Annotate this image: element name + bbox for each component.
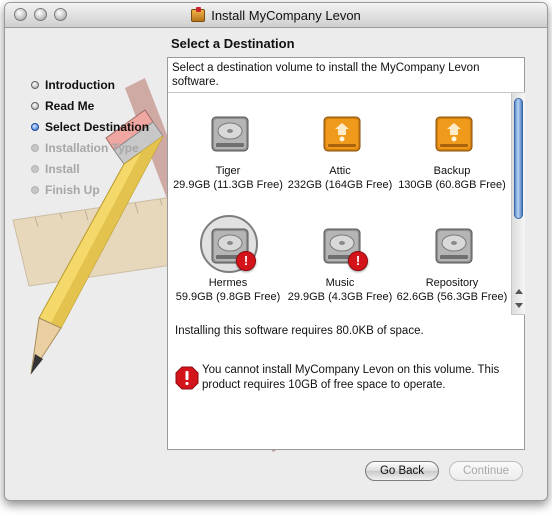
volume-size: 130GB (60.8GB Free)	[398, 179, 506, 191]
step-bullet	[31, 185, 39, 194]
step-introduction: Introduction	[31, 74, 149, 95]
go-back-button[interactable]: Go Back	[365, 461, 439, 481]
info-area: Installing this software requires 80.0KB…	[168, 316, 524, 449]
destination-panel: Select a destination volume to install t…	[167, 57, 525, 450]
installer-window: Install MyCompany Levon Introduction Rea…	[4, 2, 548, 501]
window-title: Install MyCompany Levon	[211, 7, 361, 23]
scrollbar-thumb[interactable]	[514, 98, 523, 219]
volume-size: 59.9GB (9.8GB Free)	[175, 291, 281, 303]
volume-name: Repository	[425, 277, 479, 289]
step-bullet	[31, 143, 39, 152]
instructions-text: Select a destination volume to install t…	[172, 62, 480, 88]
volume-name: Hermes	[208, 277, 248, 289]
volume-scrollbar[interactable]	[511, 92, 525, 315]
installer-steps: Introduction Read Me Select Destination …	[31, 74, 149, 200]
volume-name: Tiger	[215, 165, 241, 177]
volume-icon-box	[202, 105, 258, 161]
scroll-down-arrow-icon[interactable]	[515, 303, 523, 308]
step-label: Finish Up	[45, 182, 100, 197]
step-select-destination: Select Destination	[31, 116, 149, 137]
volume-attic[interactable]: Attic 232GB (164GB Free)	[284, 105, 396, 209]
stop-warning-icon: !	[348, 251, 368, 271]
volume-name: Backup	[433, 165, 471, 177]
title-group: Install MyCompany Levon	[5, 3, 547, 27]
volume-backup[interactable]: Backup 130GB (60.8GB Free)	[396, 105, 508, 209]
space-required-text: Installing this software requires 80.0KB…	[175, 325, 424, 337]
volume-size: 62.6GB (56.3GB Free)	[396, 291, 508, 303]
step-bullet	[31, 164, 39, 173]
volume-icon-box: !	[200, 215, 258, 273]
hard-drive-icon	[211, 116, 249, 152]
step-install: Install	[31, 158, 149, 179]
step-label: Read Me	[45, 98, 95, 113]
volume-name: Music	[325, 277, 355, 289]
volume-size: 29.9GB (11.3GB Free)	[173, 179, 283, 191]
step-read-me: Read Me	[31, 95, 149, 116]
hard-drive-icon	[435, 228, 473, 264]
step-bullet	[31, 101, 39, 110]
volume-tiger[interactable]: Tiger 29.9GB (11.3GB Free)	[172, 105, 284, 209]
volume-size: 232GB (164GB Free)	[287, 179, 393, 191]
stop-warning-icon: !	[236, 251, 256, 271]
scroll-up-arrow-icon[interactable]	[515, 289, 523, 294]
volume-icon-box	[426, 105, 482, 161]
step-bullet	[31, 122, 39, 131]
step-label: Install	[45, 161, 80, 176]
stop-warning-icon	[175, 366, 199, 390]
continue-button[interactable]: Continue	[449, 461, 523, 481]
package-icon	[191, 6, 206, 22]
step-installation-type: Installation Type	[31, 137, 149, 158]
title-bar[interactable]: Install MyCompany Levon	[5, 3, 547, 28]
firewire-drive-icon	[435, 116, 473, 152]
volume-name: Attic	[329, 165, 351, 177]
step-label: Installation Type	[45, 140, 139, 155]
firewire-drive-icon	[323, 116, 361, 152]
step-label: Select Destination	[45, 119, 150, 134]
page-title: Select a Destination	[171, 36, 295, 51]
warning-message: You cannot install MyCompany Levon on th…	[202, 364, 500, 391]
step-label: Introduction	[45, 77, 115, 92]
volume-size: 29.9GB (4.3GB Free)	[287, 291, 393, 303]
volume-grid: Tiger 29.9GB (11.3GB Free) Attic 232GB (…	[168, 92, 511, 317]
step-bullet	[31, 80, 39, 89]
volume-hermes[interactable]: ! Hermes 59.9GB (9.8GB Free)	[172, 215, 284, 321]
volume-music[interactable]: ! Music 29.9GB (4.3GB Free)	[284, 217, 396, 321]
volume-repository[interactable]: Repository 62.6GB (56.3GB Free)	[396, 217, 508, 321]
volume-icon-box: !	[314, 217, 370, 273]
volume-icon-box	[426, 217, 482, 273]
volume-icon-box	[314, 105, 370, 161]
step-finish-up: Finish Up	[31, 179, 149, 200]
